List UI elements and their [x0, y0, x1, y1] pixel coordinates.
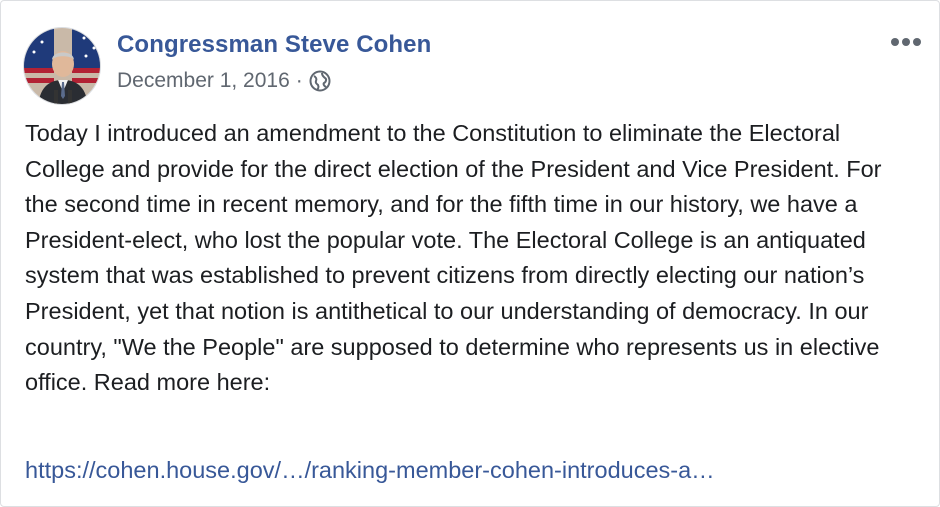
avatar-photo-icon — [24, 28, 100, 104]
more-options-icon — [891, 38, 921, 46]
author-avatar[interactable] — [23, 27, 101, 105]
globe-icon[interactable] — [309, 70, 331, 92]
post-body: Today I introduced an amendment to the C… — [25, 120, 882, 396]
post-link[interactable]: https://cohen.house.gov/…/ranking-member… — [25, 453, 715, 488]
post-date[interactable]: December 1, 2016 — [117, 69, 290, 93]
post-meta: December 1, 2016 · — [117, 69, 331, 93]
more-options-button[interactable] — [889, 31, 923, 53]
meta-separator: · — [295, 69, 303, 92]
author-name[interactable]: Congressman Steve Cohen — [117, 31, 431, 59]
post-card: Congressman Steve Cohen December 1, 2016… — [0, 0, 940, 507]
